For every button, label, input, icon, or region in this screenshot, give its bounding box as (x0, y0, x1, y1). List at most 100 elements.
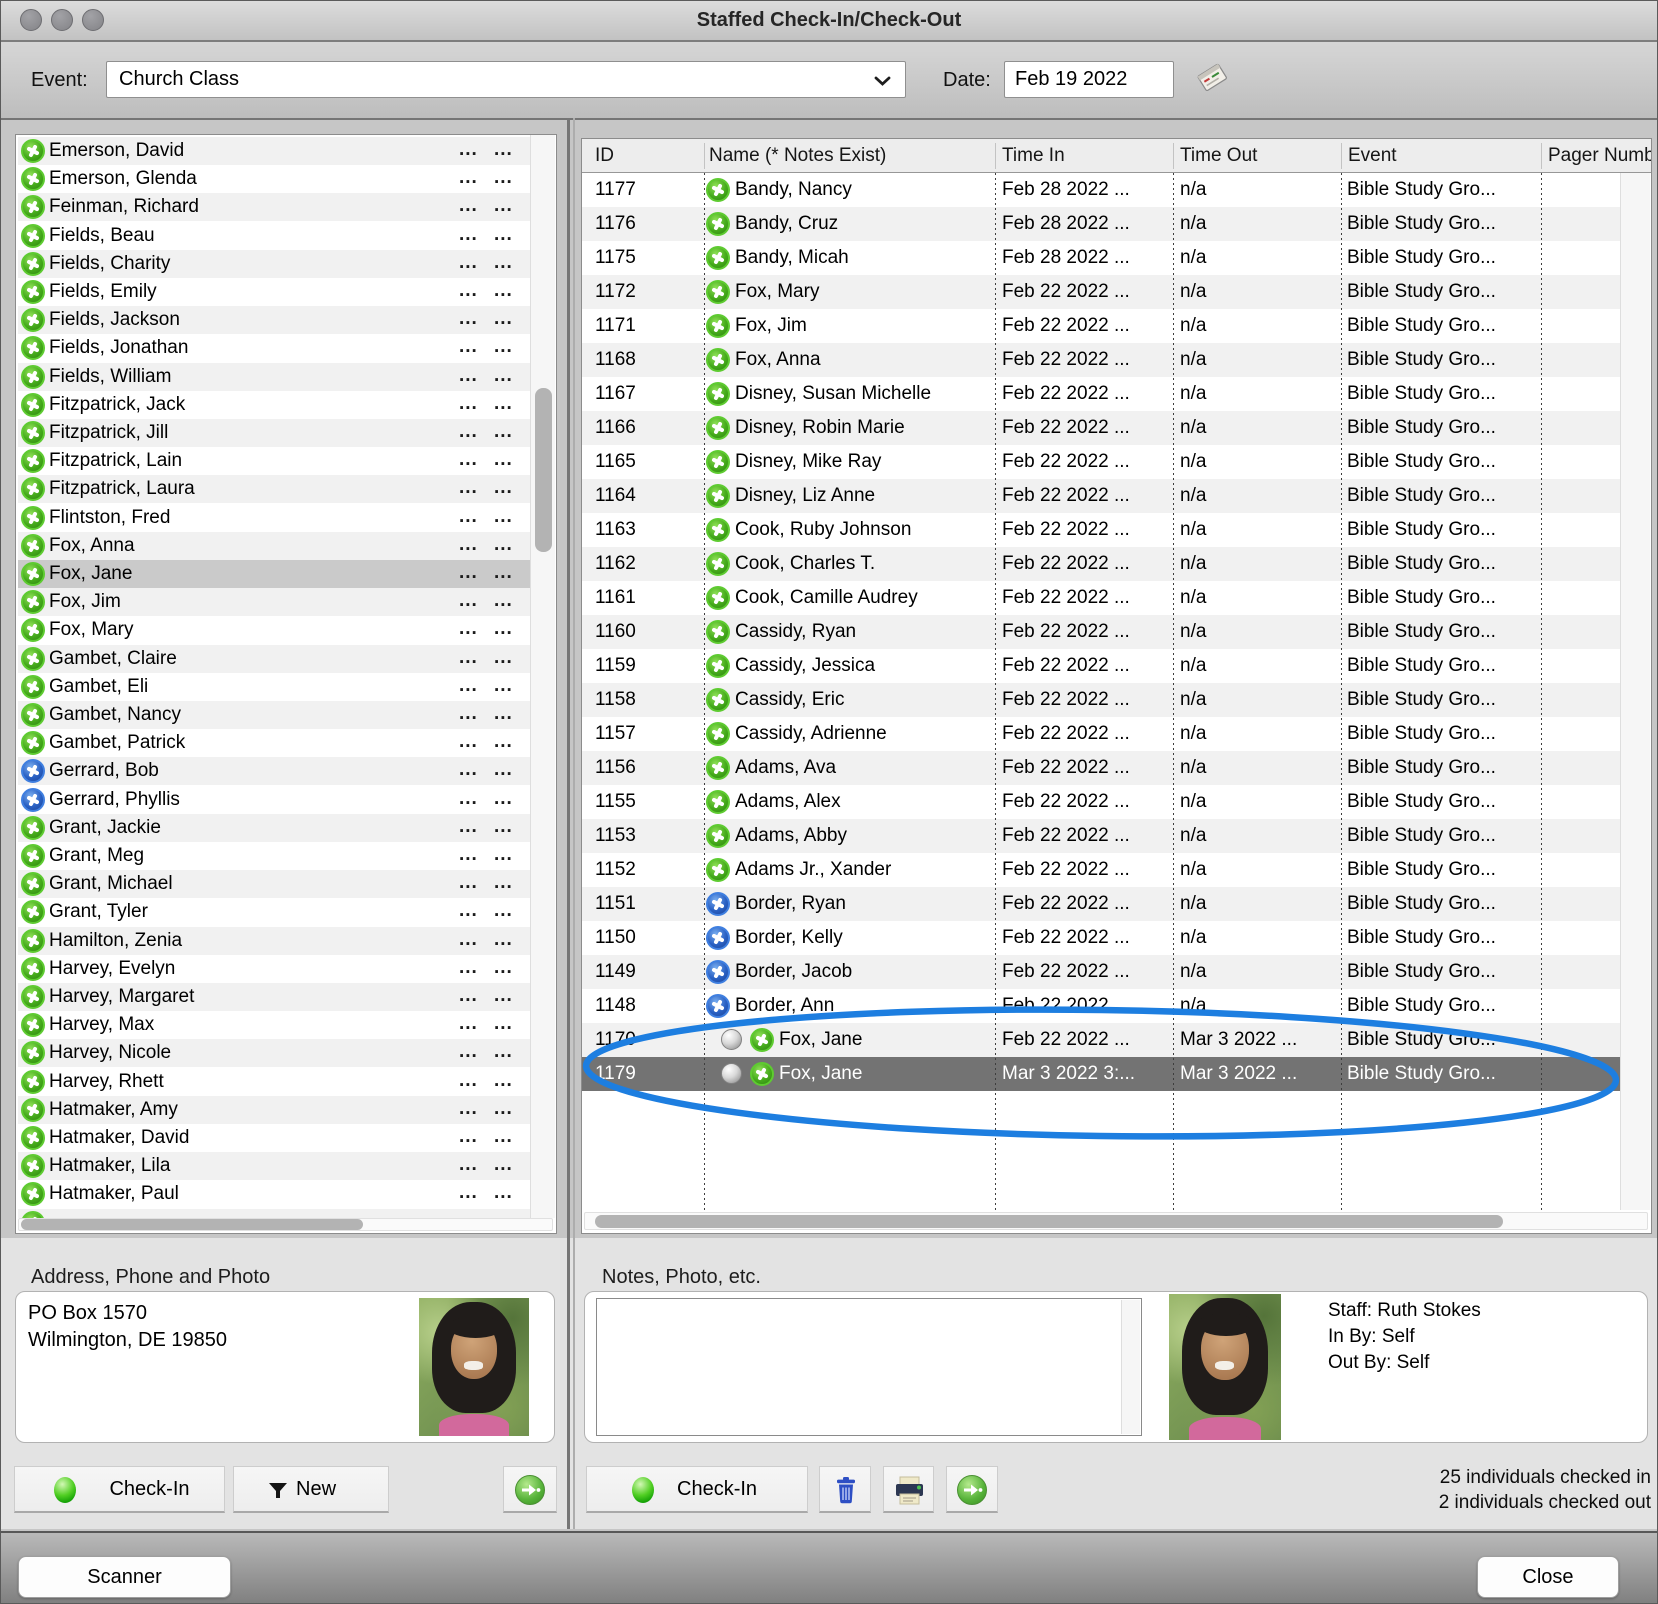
roster-row[interactable]: Fields, Emily...... (18, 278, 530, 306)
roster-row-action-1[interactable]: ... (459, 137, 478, 165)
attendance-row[interactable]: 1171Fox, JimFeb 22 2022 ...n/aBible Stud… (582, 309, 1620, 343)
roster-row[interactable]: Fitzpatrick, Jack...... (18, 391, 530, 419)
roster-row-action-1[interactable]: ... (459, 701, 478, 729)
roster-vertical-scrollbar[interactable] (530, 135, 555, 1218)
roster-row-action-1[interactable]: ... (459, 532, 478, 560)
attendance-row[interactable]: 1156Adams, AvaFeb 22 2022 ...n/aBible St… (582, 751, 1620, 785)
roster-row-action-2[interactable]: ... (494, 560, 513, 588)
roster-row-action-1[interactable]: ... (459, 165, 478, 193)
roster-row-action-2[interactable]: ... (494, 1011, 513, 1039)
attendance-row[interactable]: 1158Cassidy, EricFeb 22 2022 ...n/aBible… (582, 683, 1620, 717)
roster-row-action-1[interactable]: ... (459, 334, 478, 362)
attendance-row[interactable]: 1176Bandy, CruzFeb 28 2022 ...n/aBible S… (582, 207, 1620, 241)
roster-row[interactable]: Gerrard, Phyllis...... (18, 786, 530, 814)
scanner-button[interactable]: Scanner (18, 1556, 231, 1598)
attendance-row[interactable]: 1163Cook, Ruby JohnsonFeb 22 2022 ...n/a… (582, 513, 1620, 547)
roster-row-action-2[interactable]: ... (494, 673, 513, 701)
roster-row-action-1[interactable]: ... (459, 1124, 478, 1152)
roster-row-action-2[interactable]: ... (494, 616, 513, 644)
attendance-row[interactable]: 1167Disney, Susan MichelleFeb 22 2022 ..… (582, 377, 1620, 411)
roster-row-action-2[interactable]: ... (494, 1096, 513, 1124)
roster-row-action-2[interactable]: ... (494, 898, 513, 926)
roster-row[interactable]: Fitzpatrick, Jill...... (18, 419, 530, 447)
attendance-row[interactable]: 1175Bandy, MicahFeb 28 2022 ...n/aBible … (582, 241, 1620, 275)
roster-row[interactable]: Gambet, Nancy...... (18, 701, 530, 729)
roster-row-action-2[interactable]: ... (494, 137, 513, 165)
roster-row-action-1[interactable]: ... (459, 870, 478, 898)
roster-row[interactable]: Feinman, Richard...... (18, 193, 530, 221)
roster-row-action-2[interactable]: ... (494, 1068, 513, 1096)
roster-row-action-2[interactable]: ... (494, 250, 513, 278)
attendance-horizontal-scrollbar[interactable] (584, 1212, 1648, 1230)
attendance-row[interactable]: 1170Fox, JaneFeb 22 2022 ...Mar 3 2022 .… (582, 1023, 1620, 1057)
attendance-row[interactable]: 1155Adams, AlexFeb 22 2022 ...n/aBible S… (582, 785, 1620, 819)
roster-row[interactable]: Fields, Beau...... (18, 222, 530, 250)
roster-row[interactable]: Grant, Tyler...... (18, 898, 530, 926)
roster-row[interactable]: Hatmaker, David...... (18, 1124, 530, 1152)
roster-row-action-2[interactable]: ... (494, 1152, 513, 1180)
roster-row[interactable]: Harvey, Evelyn...... (18, 955, 530, 983)
roster-row-action-1[interactable]: ... (459, 588, 478, 616)
roster-row-action-1[interactable]: ... (459, 1011, 478, 1039)
roster-row-action-1[interactable]: ... (459, 983, 478, 1011)
roster-row-action-1[interactable]: ... (459, 1096, 478, 1124)
roster-row[interactable]: Grant, Michael...... (18, 870, 530, 898)
roster-row-action-2[interactable]: ... (494, 193, 513, 221)
roster-row-action-2[interactable]: ... (494, 842, 513, 870)
roster-horizontal-scrollbar[interactable] (18, 1218, 553, 1231)
roster-row[interactable]: Hatmaker, Lila...... (18, 1152, 530, 1180)
roster-row-action-1[interactable]: ... (459, 1068, 478, 1096)
roster-row[interactable]: Fitzpatrick, Lain...... (18, 447, 530, 475)
attendance-row[interactable]: 1150Border, KellyFeb 22 2022 ...n/aBible… (582, 921, 1620, 955)
roster-row-action-1[interactable]: ... (459, 504, 478, 532)
roster-row-action-1[interactable]: ... (459, 1180, 478, 1208)
roster-row[interactable]: Hatmaker, Paul...... (18, 1180, 530, 1208)
attendance-row[interactable]: 1157Cassidy, AdrienneFeb 22 2022 ...n/aB… (582, 717, 1620, 751)
header-time-in[interactable]: Time In (1002, 139, 1065, 173)
roster-row-action-1[interactable]: ... (459, 898, 478, 926)
attendance-row[interactable]: 1172Fox, MaryFeb 22 2022 ...n/aBible Stu… (582, 275, 1620, 309)
roster-row-action-1[interactable]: ... (459, 757, 478, 785)
roster-row-action-1[interactable]: ... (459, 814, 478, 842)
roster-row-action-1[interactable]: ... (459, 560, 478, 588)
roster-row-action-1[interactable]: ... (459, 391, 478, 419)
roster-row-action-2[interactable]: ... (494, 391, 513, 419)
roster-row-action-1[interactable]: ... (459, 786, 478, 814)
roster-row[interactable]: Gambet, Patrick...... (18, 729, 530, 757)
roster-row[interactable]: Gerrard, Bob...... (18, 757, 530, 785)
header-id[interactable]: ID (595, 139, 614, 173)
roster-row-action-2[interactable]: ... (494, 504, 513, 532)
roster-row-action-2[interactable]: ... (494, 927, 513, 955)
roster-row-action-2[interactable]: ... (494, 475, 513, 503)
new-button[interactable]: New (233, 1466, 389, 1513)
roster-row-action-1[interactable]: ... (459, 447, 478, 475)
attendance-row[interactable]: 1159Cassidy, JessicaFeb 22 2022 ...n/aBi… (582, 649, 1620, 683)
roster-row[interactable]: Harvey, Max...... (18, 1011, 530, 1039)
roster-row-action-1[interactable]: ... (459, 419, 478, 447)
calendar-icon[interactable] (1193, 59, 1231, 95)
roster-row-action-1[interactable]: ... (459, 645, 478, 673)
roster-row-action-2[interactable]: ... (494, 814, 513, 842)
roster-row[interactable]: Fields, Charity...... (18, 250, 530, 278)
header-event[interactable]: Event (1348, 139, 1397, 173)
roster-row-action-2[interactable]: ... (494, 729, 513, 757)
roster-row-action-2[interactable]: ... (494, 1180, 513, 1208)
roster-row-action-2[interactable]: ... (494, 786, 513, 814)
roster-row-action-2[interactable]: ... (494, 645, 513, 673)
roster-row-action-1[interactable]: ... (459, 729, 478, 757)
roster-row-action-2[interactable]: ... (494, 334, 513, 362)
print-button[interactable] (883, 1466, 934, 1513)
roster-row-action-1[interactable]: ... (459, 193, 478, 221)
roster-row-action-2[interactable]: ... (494, 955, 513, 983)
roster-row[interactable]: Fox, Jane...... (18, 560, 530, 588)
roster-row-action-2[interactable]: ... (494, 419, 513, 447)
attendance-row[interactable]: 1165Disney, Mike RayFeb 22 2022 ...n/aBi… (582, 445, 1620, 479)
roster-row[interactable]: Fitzpatrick, Laura...... (18, 475, 530, 503)
roster-row-action-2[interactable]: ... (494, 870, 513, 898)
roster-row-action-2[interactable]: ... (494, 447, 513, 475)
left-check-in-button[interactable]: Check-In (14, 1466, 225, 1513)
roster-horizontal-scrollbar-thumb[interactable] (21, 1219, 363, 1230)
roster-row[interactable]: Harvey, Nicole...... (18, 1039, 530, 1067)
attendance-row[interactable]: 1166Disney, Robin MarieFeb 22 2022 ...n/… (582, 411, 1620, 445)
attendance-row[interactable]: 1164Disney, Liz AnneFeb 22 2022 ...n/aBi… (582, 479, 1620, 513)
